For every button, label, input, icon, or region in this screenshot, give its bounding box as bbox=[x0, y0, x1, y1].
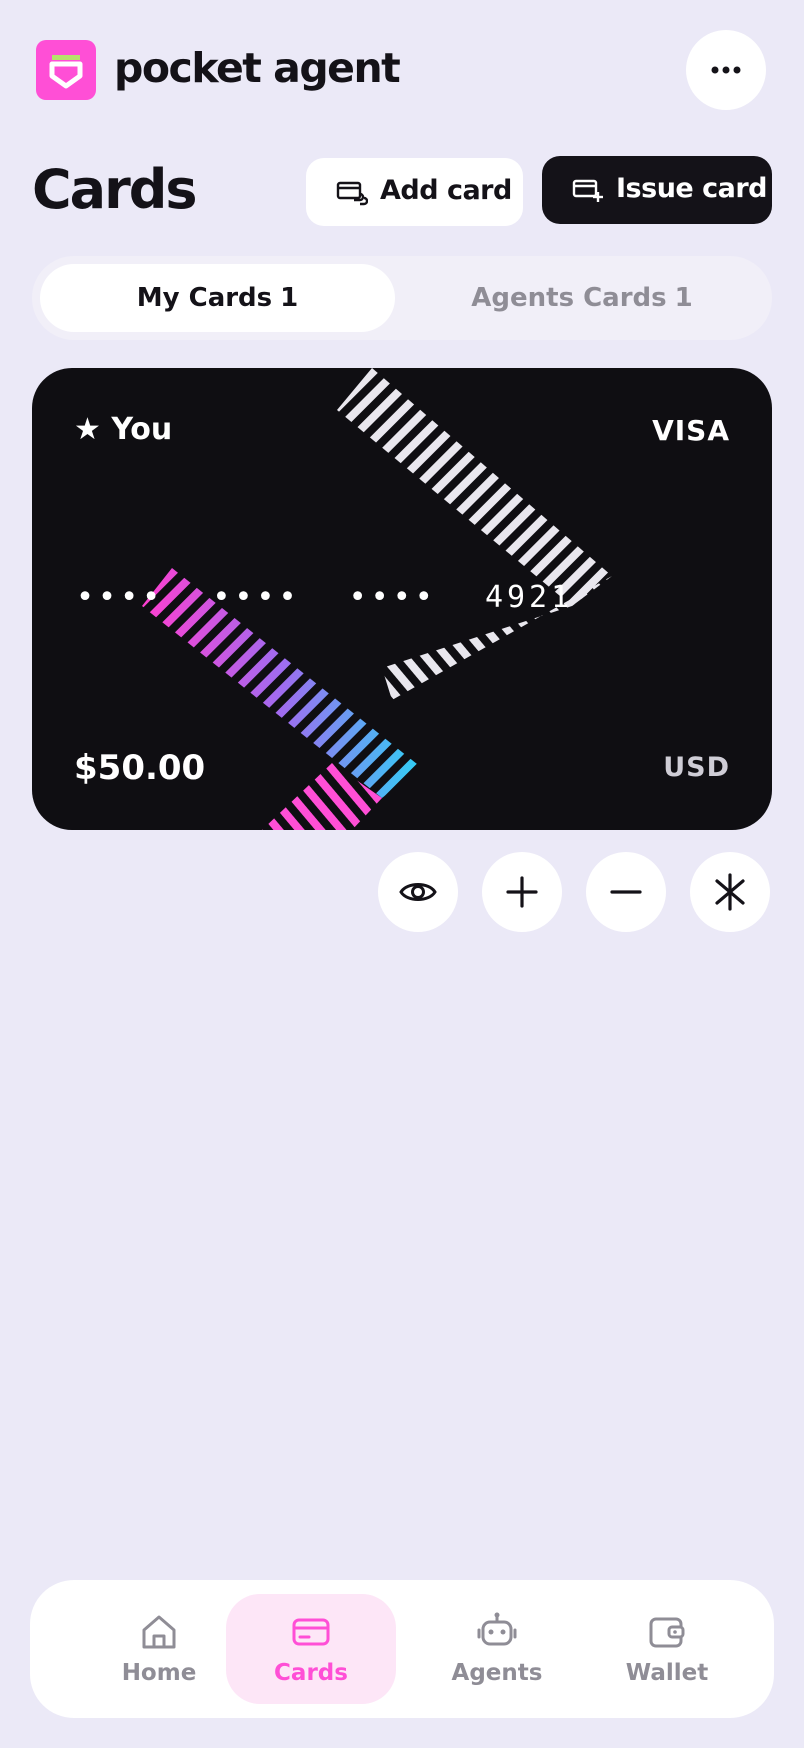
card-number-last4: 4921 bbox=[484, 580, 574, 615]
eye-icon bbox=[399, 883, 437, 901]
tab-agents-cards[interactable]: Agents Cards 1 bbox=[400, 264, 764, 332]
card-number-group: •••• bbox=[348, 580, 437, 615]
freeze-card-button[interactable] bbox=[690, 852, 770, 932]
top-up-button[interactable] bbox=[482, 852, 562, 932]
issue-card-button[interactable]: Issue card bbox=[542, 156, 772, 224]
new-card-icon bbox=[572, 179, 603, 202]
nav-label: Home bbox=[121, 1660, 197, 1686]
home-icon bbox=[142, 1615, 176, 1649]
nav-item-wallet[interactable]: Wallet bbox=[582, 1594, 752, 1704]
reveal-card-button[interactable] bbox=[378, 852, 458, 932]
minus-icon bbox=[610, 890, 642, 894]
card-number: •••• •••• •••• 4921 bbox=[76, 580, 573, 615]
more-menu-button[interactable] bbox=[686, 30, 766, 110]
nav-item-agents[interactable]: Agents bbox=[412, 1594, 582, 1704]
nav-label: Wallet bbox=[625, 1660, 709, 1686]
nav-label: Agents bbox=[451, 1660, 543, 1686]
nav-item-home[interactable]: Home bbox=[74, 1594, 244, 1704]
issue-card-label: Issue card bbox=[616, 173, 768, 204]
tab-label: Agents Cards bbox=[471, 283, 667, 313]
card-owner: ★ You bbox=[74, 412, 173, 447]
add-card-label: Add card bbox=[380, 175, 512, 206]
card-icon bbox=[292, 1618, 330, 1646]
robot-icon bbox=[477, 1612, 517, 1646]
bottom-nav: Home Cards Agents Wallet bbox=[30, 1580, 774, 1718]
wallet-icon bbox=[649, 1617, 685, 1648]
card-number-group: •••• bbox=[212, 580, 301, 615]
card-tabs: My Cards 1 Agents Cards 1 bbox=[32, 256, 772, 340]
page-title: Cards bbox=[32, 158, 197, 221]
asterisk-icon bbox=[715, 873, 745, 911]
plus-icon bbox=[506, 876, 538, 908]
pocket-logo-icon[interactable] bbox=[36, 40, 96, 100]
add-card-button[interactable]: Add card bbox=[306, 158, 523, 226]
tab-label: My Cards bbox=[136, 283, 273, 313]
payment-card[interactable]: ★ You VISA •••• •••• •••• 4921 $50.00 US… bbox=[32, 368, 772, 830]
card-balance: $50.00 bbox=[74, 748, 206, 788]
nav-label: Cards bbox=[274, 1660, 348, 1686]
more-horizontal-icon bbox=[711, 66, 741, 74]
brand-name: pocket agent bbox=[114, 44, 401, 92]
card-number-group: •••• bbox=[76, 580, 165, 615]
tab-count: 1 bbox=[280, 283, 299, 313]
link-card-icon bbox=[336, 181, 368, 206]
withdraw-button[interactable] bbox=[586, 852, 666, 932]
cards-screen: pocket agent Cards Add card Issue card M… bbox=[0, 0, 804, 1748]
visa-logo: VISA bbox=[652, 414, 730, 447]
card-currency: USD bbox=[663, 752, 730, 783]
tab-count: 1 bbox=[674, 283, 693, 313]
nav-item-cards[interactable]: Cards bbox=[226, 1594, 396, 1704]
tab-my-cards[interactable]: My Cards 1 bbox=[40, 264, 395, 332]
